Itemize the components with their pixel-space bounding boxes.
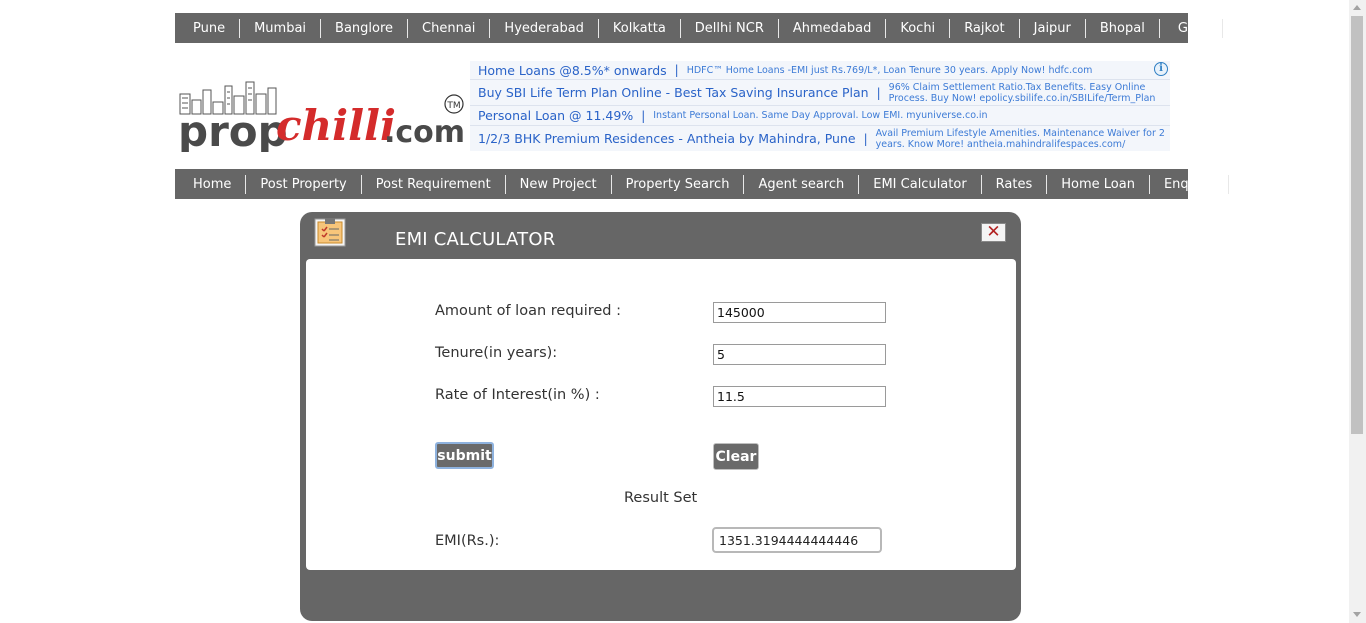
logo-tm: TM	[446, 101, 460, 111]
close-icon[interactable]: ✕	[981, 223, 1006, 242]
nav-home[interactable]: Home	[179, 174, 247, 194]
emi-label: EMI(Rs.):	[435, 533, 500, 549]
nav-property-search[interactable]: Property Search	[612, 174, 745, 194]
ad-row[interactable]: Buy SBI Life Term Plan Online - Best Tax…	[470, 80, 1170, 106]
ad-separator: |	[674, 63, 679, 77]
logo-text-prop: prop	[178, 107, 288, 152]
ad-row[interactable]: Home Loans @8.5%* onwards | HDFC™ Home L…	[470, 61, 1170, 80]
tenure-input[interactable]	[713, 344, 886, 365]
ad-title[interactable]: Home Loans @8.5%* onwards	[470, 63, 667, 78]
nav-enquiry[interactable]: Enquiry	[1150, 174, 1229, 194]
city-link[interactable]: Dellhi NCR	[681, 18, 779, 38]
emi-result-field[interactable]	[712, 527, 882, 553]
page-scrollbar[interactable]	[1349, 0, 1366, 623]
propchilli-logo[interactable]: prop chilli .com TM	[178, 80, 466, 156]
ad-description[interactable]: HDFC™ Home Loans -EMI just Rs.769/L*, Lo…	[687, 65, 1093, 76]
city-link[interactable]: Goa	[1160, 18, 1223, 38]
sponsored-ads: i Home Loans @8.5%* onwards | HDFC™ Home…	[470, 61, 1170, 151]
ad-separator: |	[876, 85, 881, 100]
logo-text-chilli: chilli	[276, 101, 396, 150]
scroll-down-arrow-icon[interactable]	[1353, 612, 1361, 617]
emi-calculator-modal: EMI CALCULATOR ✕ Amount of loan required…	[300, 212, 1021, 621]
nav-emi-calculator[interactable]: EMI Calculator	[859, 174, 982, 194]
city-link[interactable]: Mumbai	[240, 18, 322, 38]
loan-amount-label: Amount of loan required :	[435, 303, 622, 319]
ad-title[interactable]: 1/2/3 BHK Premium Residences - Antheia b…	[470, 131, 856, 146]
scroll-up-arrow-icon[interactable]	[1353, 5, 1361, 10]
ad-title[interactable]: Personal Loan @ 11.49%	[470, 108, 633, 123]
logo-text-com: .com	[384, 115, 465, 150]
city-link[interactable]: Banglore	[321, 18, 409, 38]
city-nav-bar: Pune Mumbai Banglore Chennai Hyederabad …	[175, 13, 1223, 43]
nav-home-loan[interactable]: Home Loan	[1047, 174, 1150, 194]
city-link[interactable]: Kochi	[886, 18, 951, 38]
modal-title: EMI CALCULATOR	[395, 229, 556, 250]
main-nav-bar: Home Post Property Post Requirement New …	[175, 169, 1229, 199]
clear-button[interactable]: Clear	[713, 443, 759, 470]
city-link[interactable]: Hyederabad	[490, 18, 599, 38]
city-link[interactable]: Chennai	[408, 18, 491, 38]
city-link[interactable]: Ahmedabad	[779, 18, 887, 38]
ad-title[interactable]: Buy SBI Life Term Plan Online - Best Tax…	[470, 85, 869, 100]
ad-separator: |	[641, 108, 646, 123]
ad-description[interactable]: 96% Claim Settlement Ratio.Tax Benefits.…	[889, 82, 1170, 104]
ad-row[interactable]: Personal Loan @ 11.49% | Instant Persona…	[470, 106, 1170, 126]
nav-new-project[interactable]: New Project	[506, 174, 612, 194]
submit-button[interactable]: submit	[435, 442, 494, 469]
result-set-heading: Result Set	[624, 490, 698, 506]
loan-amount-input[interactable]	[713, 302, 886, 323]
page: Pune Mumbai Banglore Chennai Hyederabad …	[0, 0, 1366, 623]
emi-form: Amount of loan required : Tenure(in year…	[306, 259, 1016, 570]
scroll-thumb[interactable]	[1351, 16, 1363, 434]
ad-description[interactable]: Instant Personal Loan. Same Day Approval…	[653, 110, 987, 121]
nav-rates[interactable]: Rates	[982, 174, 1048, 194]
city-link[interactable]: Bhopal	[1086, 18, 1160, 38]
logo-graphic: prop chilli .com TM	[178, 81, 465, 156]
interest-rate-input[interactable]	[713, 386, 886, 407]
city-link[interactable]: Kolkatta	[599, 18, 681, 38]
nav-post-property[interactable]: Post Property	[246, 174, 362, 194]
tenure-label: Tenure(in years):	[435, 345, 558, 361]
nav-agent-search[interactable]: Agent search	[744, 174, 860, 194]
city-link[interactable]: Rajkot	[950, 18, 1020, 38]
city-link[interactable]: Jaipur	[1020, 18, 1086, 38]
city-link[interactable]: Pune	[179, 18, 241, 38]
interest-rate-label: Rate of Interest(in %) :	[435, 387, 600, 403]
ad-description[interactable]: Avail Premium Lifestyle Amenities. Maint…	[876, 128, 1170, 150]
nav-post-requirement[interactable]: Post Requirement	[362, 174, 506, 194]
clipboard-icon	[314, 216, 346, 248]
ad-separator: |	[863, 131, 868, 146]
ad-row[interactable]: 1/2/3 BHK Premium Residences - Antheia b…	[470, 126, 1170, 151]
